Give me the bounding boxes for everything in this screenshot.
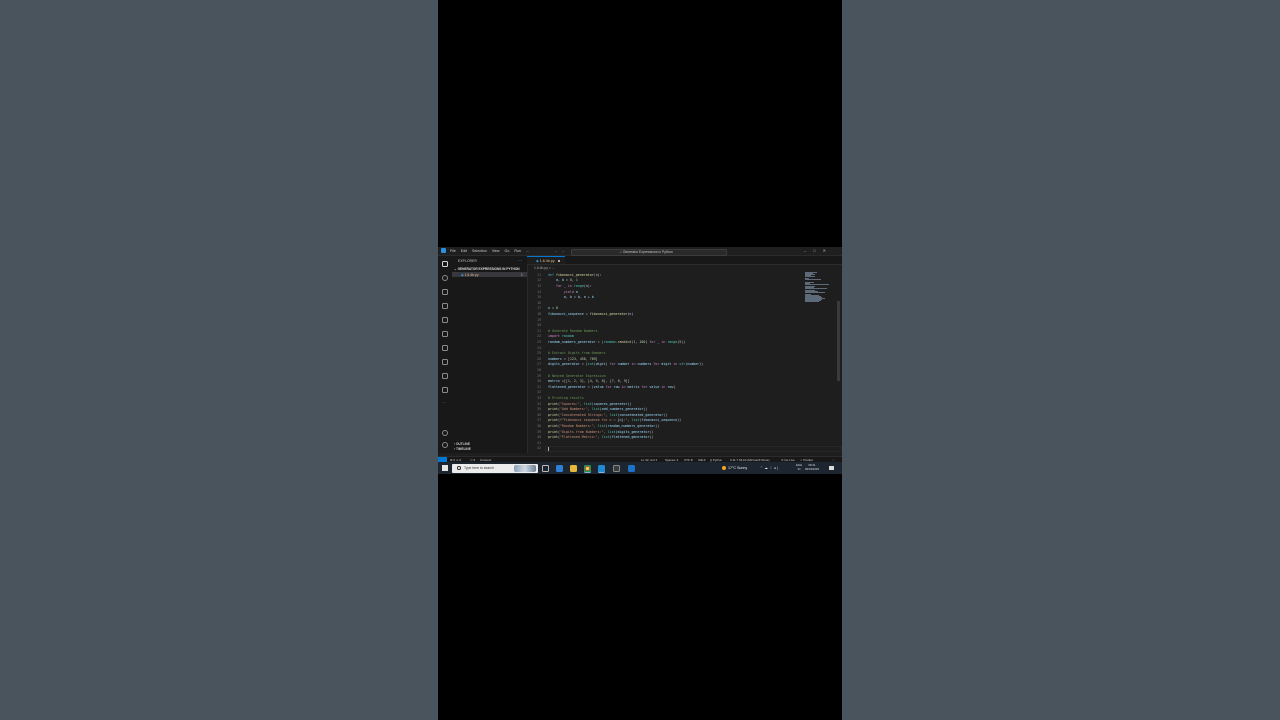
workspace-folder-label: GENERATOR EXPRESSIONS IN PYTHON [457, 267, 520, 271]
menu-view[interactable]: View [492, 249, 500, 253]
taskbar-search-placeholder: Type here to search [464, 466, 494, 471]
search-label: Generator Expressions in Python [622, 249, 673, 254]
edge-browser-icon[interactable] [556, 464, 563, 472]
current-line-highlight [545, 446, 842, 452]
minimap[interactable] [804, 272, 834, 302]
lang-region: IN [797, 466, 801, 471]
outline-section[interactable]: › OUTLINE [454, 442, 470, 446]
code-line[interactable]: fibonacci_sequence = fibonacci_generator… [548, 312, 633, 318]
windows-taskbar: Type here to search 17°C Sunny ⌃☁⌔◂) ENG… [438, 462, 842, 474]
minimap-line [805, 279, 821, 280]
explorer-sidebar: EXPLORER ··· ⌄ GENERATOR EXPRESSIONS IN … [452, 256, 528, 453]
weather-label: 17°C Sunny [728, 465, 748, 470]
clock-date: 09/03/2025 [805, 466, 819, 471]
code-line[interactable]: print("Flattened Matrix:", list(flattene… [548, 435, 653, 441]
windows-start-icon[interactable] [442, 465, 448, 471]
file-explorer-icon[interactable] [570, 464, 577, 472]
tab-file[interactable]: ◆ 1.6.4b.py [527, 256, 565, 264]
notification-center-icon[interactable] [829, 465, 834, 470]
weather-widget[interactable]: 17°C Sunny [722, 466, 747, 470]
window-controls: –□✕ [804, 248, 833, 253]
timeline-label: TIMELINE [455, 447, 471, 451]
extensions-icon[interactable] [442, 317, 448, 323]
menu-run[interactable]: Run [514, 249, 521, 253]
code-line[interactable]: random_numbers_generator = (random.randi… [548, 340, 685, 346]
vscode-window: File Edit Selection View Go Run ... ←→ ⌕… [438, 247, 842, 462]
minimize-icon[interactable]: – [804, 248, 813, 253]
search-activity-icon[interactable] [442, 275, 448, 281]
run-debug-icon[interactable] [442, 303, 448, 309]
explorer-title: EXPLORER [458, 259, 477, 263]
title-bar: File Edit Selection View Go Run ... ←→ ⌕… [438, 247, 842, 262]
code-editor[interactable]: 11 def fibonacci_generator(n): 12 a, b = 0… [527, 272, 842, 453]
forward-arrow-icon[interactable]: → [561, 248, 568, 253]
chrome-browser-icon[interactable] [584, 464, 591, 473]
vscode-taskbar-icon[interactable] [598, 464, 605, 473]
code-line[interactable]: flattened_generator = (value for row in … [548, 385, 675, 391]
minimap-line [805, 276, 815, 277]
testing-icon[interactable] [442, 331, 448, 337]
menu-edit[interactable]: Edit [461, 249, 467, 253]
minimap-line [805, 288, 827, 289]
code-line[interactable]: a, b = b, a + b [548, 295, 594, 301]
editor-tabs: ◆ 1.6.4b.py ▷◫··· [527, 256, 842, 265]
back-arrow-icon[interactable]: ← [554, 248, 561, 253]
code-line[interactable]: digits_generator = (int(digit) for numbe… [548, 362, 703, 368]
activity-bar: ··· [438, 256, 453, 453]
timeline-section[interactable]: › TIMELINE [454, 447, 471, 451]
manage-gear-icon[interactable] [442, 442, 448, 448]
system-tray: ⌃☁⌔◂) [760, 466, 780, 471]
minimap-line [805, 301, 819, 302]
file-item[interactable]: ◆ 1.6.4b.py 1 [452, 272, 527, 277]
account-icon[interactable] [442, 430, 448, 436]
remote-explorer-icon[interactable] [442, 359, 448, 365]
menu-bar: File Edit Selection View Go Run ... [450, 249, 533, 253]
line-number: 42 [537, 446, 541, 451]
mail-app-icon[interactable] [628, 464, 635, 472]
vscode-logo-icon [441, 248, 446, 253]
docker-icon[interactable] [442, 387, 448, 393]
tab-label: 1.6.4b.py [539, 258, 555, 263]
menu-selection[interactable]: Selection [472, 249, 487, 253]
volume-icon[interactable]: ◂) [774, 466, 780, 470]
video-frame: File Edit Selection View Go Run ... ←→ ⌕… [438, 0, 842, 720]
nav-arrows: ←→ [554, 248, 568, 253]
workspace-folder[interactable]: ⌄ GENERATOR EXPRESSIONS IN PYTHON [454, 267, 520, 271]
search-highlight-image [514, 464, 536, 472]
menu-file[interactable]: File [450, 249, 456, 253]
close-icon[interactable]: ✕ [823, 248, 833, 253]
outline-label: OUTLINE [455, 442, 470, 446]
python-icon[interactable] [442, 373, 448, 379]
more-actions-icon[interactable]: ··· [518, 258, 522, 263]
sun-icon [722, 465, 726, 470]
problems-badge: 1 [521, 272, 523, 277]
file-item-label: 1.6.4b.py [464, 272, 479, 277]
store-app-icon[interactable] [613, 464, 620, 472]
unsaved-dot-icon[interactable] [558, 260, 561, 263]
input-language-indicator[interactable]: ENG IN [796, 463, 802, 471]
menu-more[interactable]: ... [526, 249, 529, 253]
source-control-icon[interactable] [442, 289, 448, 295]
minimap-line [805, 292, 825, 293]
command-center-search[interactable]: ⌕ Generator Expressions in Python [571, 248, 727, 256]
taskbar-search-box[interactable]: Type here to search [452, 463, 538, 473]
breadcrumb[interactable]: 1.6.4b.py > ... [534, 266, 555, 270]
editor-scrollbar[interactable] [837, 301, 840, 381]
menu-go[interactable]: Go [505, 249, 510, 253]
text-cursor [548, 447, 549, 452]
maximize-icon[interactable]: □ [813, 248, 822, 253]
taskbar-clock[interactable]: 08:41 09/03/2025 [805, 463, 819, 471]
minimap-line [805, 284, 829, 285]
database-icon[interactable] [442, 345, 448, 351]
search-icon [457, 466, 461, 470]
more-views-icon[interactable]: ··· [442, 401, 448, 407]
explorer-icon[interactable] [442, 261, 448, 267]
task-view-icon[interactable] [542, 464, 549, 472]
